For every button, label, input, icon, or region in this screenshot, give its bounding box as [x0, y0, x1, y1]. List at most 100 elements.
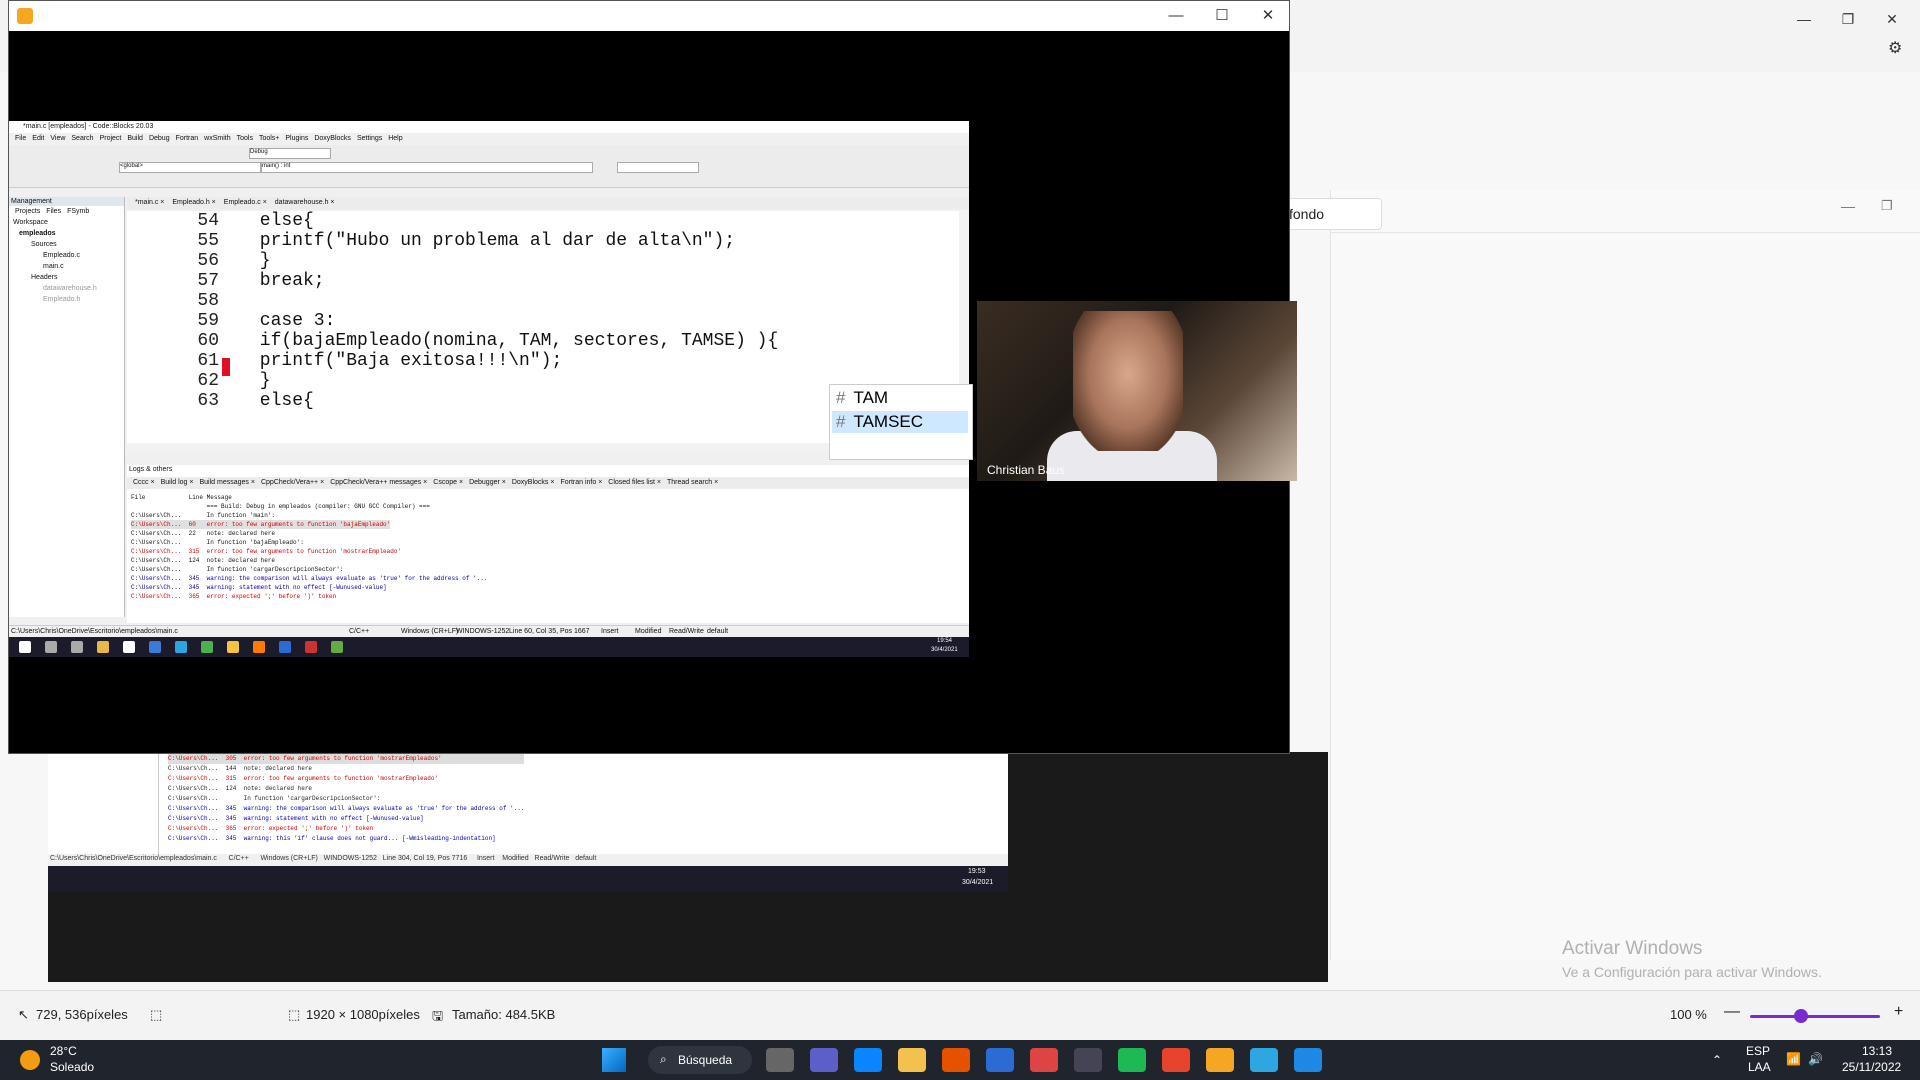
restore-icon[interactable]: ❐ — [1881, 198, 1893, 214]
player-minimize-button[interactable]: — — [1153, 3, 1199, 29]
search-box[interactable]: ⌕ Búsqueda — [648, 1046, 752, 1074]
tree-item[interactable]: Headers — [9, 272, 124, 283]
menu-item-search[interactable]: Search — [71, 135, 93, 142]
log-row[interactable]: C:\Users\Ch... 60 error: too few argumen… — [131, 520, 391, 529]
taskbar-app-icon[interactable] — [854, 1048, 882, 1072]
management-tab-projects[interactable]: Projects — [15, 208, 40, 215]
menu-item-project[interactable]: Project — [100, 135, 122, 142]
log-row[interactable]: C:\Users\Ch... 365 error: expected ';' b… — [131, 592, 336, 601]
taskbar-app-icon[interactable] — [766, 1048, 794, 1072]
log-tab[interactable]: CppCheck/Vera++ messages × — [330, 479, 427, 486]
editor-tab[interactable]: Empleado.h × — [172, 199, 215, 206]
tree-item[interactable]: Empleado.h — [9, 294, 124, 305]
log-row[interactable]: C:\Users\Ch... 315 error: too few argume… — [131, 547, 401, 556]
settings-icon[interactable]: ⚙ — [1888, 38, 1902, 58]
log-tab[interactable]: Cscope × — [433, 479, 463, 486]
menu-item-view[interactable]: View — [50, 135, 65, 142]
log-tab[interactable]: Build messages × — [199, 479, 254, 486]
language-code[interactable]: ESP — [1746, 1044, 1770, 1058]
weather-temp[interactable]: 28°C — [50, 1044, 77, 1058]
tree-item[interactable]: datawarehouse.h — [9, 283, 124, 294]
log-row[interactable]: C:\Users\Ch... 124 note: declared here — [131, 556, 275, 565]
taskbar-app-icon[interactable] — [1250, 1048, 1278, 1072]
log-tab[interactable]: Cccc × — [133, 479, 155, 486]
taskbar-app-icon[interactable] — [810, 1048, 838, 1072]
chevron-up-icon[interactable]: ⌃ — [1712, 1053, 1722, 1067]
weather-desc[interactable]: Soleado — [50, 1060, 94, 1074]
log-tab[interactable]: Closed files list × — [608, 479, 661, 486]
taskbar-app-icon[interactable] — [1074, 1048, 1102, 1072]
tree-item[interactable]: Empleado.c — [9, 250, 124, 261]
management-tab-files[interactable]: Files — [46, 208, 61, 215]
weather-sun-icon[interactable] — [20, 1050, 40, 1070]
menu-item-file[interactable]: File — [15, 135, 26, 142]
tree-item[interactable]: Sources — [9, 239, 124, 250]
start-icon[interactable] — [602, 1048, 626, 1072]
log-tab[interactable]: CppCheck/Vera++ × — [261, 479, 324, 486]
zoom-slider[interactable] — [1750, 1015, 1880, 1018]
taskbar-app-icon[interactable] — [986, 1048, 1014, 1072]
menu-item-tools[interactable]: Tools+ — [259, 135, 279, 142]
taskbar-app-icon[interactable] — [1206, 1048, 1234, 1072]
editor-tab[interactable]: *main.c × — [135, 199, 164, 206]
clock-time[interactable]: 13:13 — [1862, 1044, 1892, 1058]
taskbar-app-icon[interactable] — [942, 1048, 970, 1072]
codeblocks-toolbar: Debug <global> main() : int — [9, 145, 969, 188]
log-row[interactable]: C:\Users\Ch... 345 warning: the comparis… — [131, 574, 487, 583]
zoom-out-button[interactable]: — — [1724, 1003, 1740, 1021]
taskbar-app-icon[interactable] — [1294, 1048, 1322, 1072]
scope-select[interactable]: <global> — [119, 162, 261, 173]
tree-item[interactable]: Workspace — [9, 217, 124, 228]
function-select[interactable]: main() : int — [261, 162, 593, 173]
player-close-button[interactable]: ✕ — [1245, 3, 1291, 29]
build-target-select[interactable]: Debug — [249, 148, 331, 159]
taskbar-app-icon[interactable] — [898, 1048, 926, 1072]
player-maximize-button[interactable]: ☐ — [1199, 3, 1245, 29]
log-row[interactable]: C:\Users\Ch... In function 'bajaEmpleado… — [131, 538, 304, 547]
editor-tab[interactable]: Empleado.c × — [224, 199, 267, 206]
menu-item-plugins[interactable]: Plugins — [285, 135, 308, 142]
restore-button[interactable]: ❐ — [1828, 6, 1868, 32]
taskbar-app-icon[interactable] — [1118, 1048, 1146, 1072]
zoom-in-button[interactable]: + — [1894, 1003, 1903, 1021]
line-number: 61 — [197, 351, 219, 371]
minimize-button[interactable]: — — [1784, 6, 1824, 32]
log-tab[interactable]: Fortran info × — [560, 479, 602, 486]
menu-item-edit[interactable]: Edit — [32, 135, 44, 142]
menu-item-fortran[interactable]: Fortran — [176, 135, 199, 142]
log-row[interactable]: === Build: Debug in empleados (compiler:… — [131, 502, 430, 511]
volume-icon[interactable]: 🔊 — [1808, 1052, 1823, 1066]
management-tab-fsymb[interactable]: FSymb — [67, 208, 89, 215]
menu-item-debug[interactable]: Debug — [149, 135, 170, 142]
menu-item-tools[interactable]: Tools — [237, 135, 253, 142]
search-field[interactable] — [617, 162, 699, 173]
taskbar-app-icon[interactable] — [1162, 1048, 1190, 1072]
log-row[interactable]: C:\Users\Ch... In function 'main': — [131, 511, 275, 520]
log-tab[interactable]: Build log × — [161, 479, 194, 486]
autocomplete-item-tam[interactable]: # TAM — [832, 387, 968, 409]
language-layout[interactable]: LAA — [1748, 1060, 1771, 1074]
menu-item-settings[interactable]: Settings — [357, 135, 382, 142]
menu-item-wxsmith[interactable]: wxSmith — [204, 135, 230, 142]
log-row[interactable]: C:\Users\Ch... 22 note: declared here — [131, 529, 275, 538]
taskbar-app-icon[interactable] — [1030, 1048, 1058, 1072]
close-button[interactable]: ✕ — [1872, 6, 1912, 32]
menu-item-doxyblocks[interactable]: DoxyBlocks — [314, 135, 351, 142]
log-row[interactable]: C:\Users\Ch... 345 warning: statement wi… — [131, 583, 387, 592]
log-tab[interactable]: Thread search × — [667, 479, 718, 486]
tree-item[interactable]: empleados — [9, 228, 124, 239]
editor-tab[interactable]: datawarehouse.h × — [275, 199, 335, 206]
wifi-icon[interactable]: 📶 — [1786, 1052, 1801, 1066]
autocomplete-popup[interactable]: # TAM # TAMSEC — [829, 384, 973, 460]
zoom-slider-thumb[interactable] — [1794, 1009, 1808, 1023]
menu-item-help[interactable]: Help — [388, 135, 402, 142]
log-row[interactable]: C:\Users\Ch... In function 'cargarDescri… — [131, 565, 343, 574]
menu-item-build[interactable]: Build — [127, 135, 143, 142]
minimize-icon[interactable]: — — [1841, 198, 1855, 214]
line-number: 58 — [197, 291, 219, 311]
log-tab[interactable]: Debugger × — [469, 479, 506, 486]
autocomplete-item-tamsec[interactable]: # TAMSEC — [832, 411, 968, 433]
clock-date[interactable]: 25/11/2022 — [1842, 1060, 1901, 1074]
log-tab[interactable]: DoxyBlocks × — [512, 479, 555, 486]
tree-item[interactable]: main.c — [9, 261, 124, 272]
